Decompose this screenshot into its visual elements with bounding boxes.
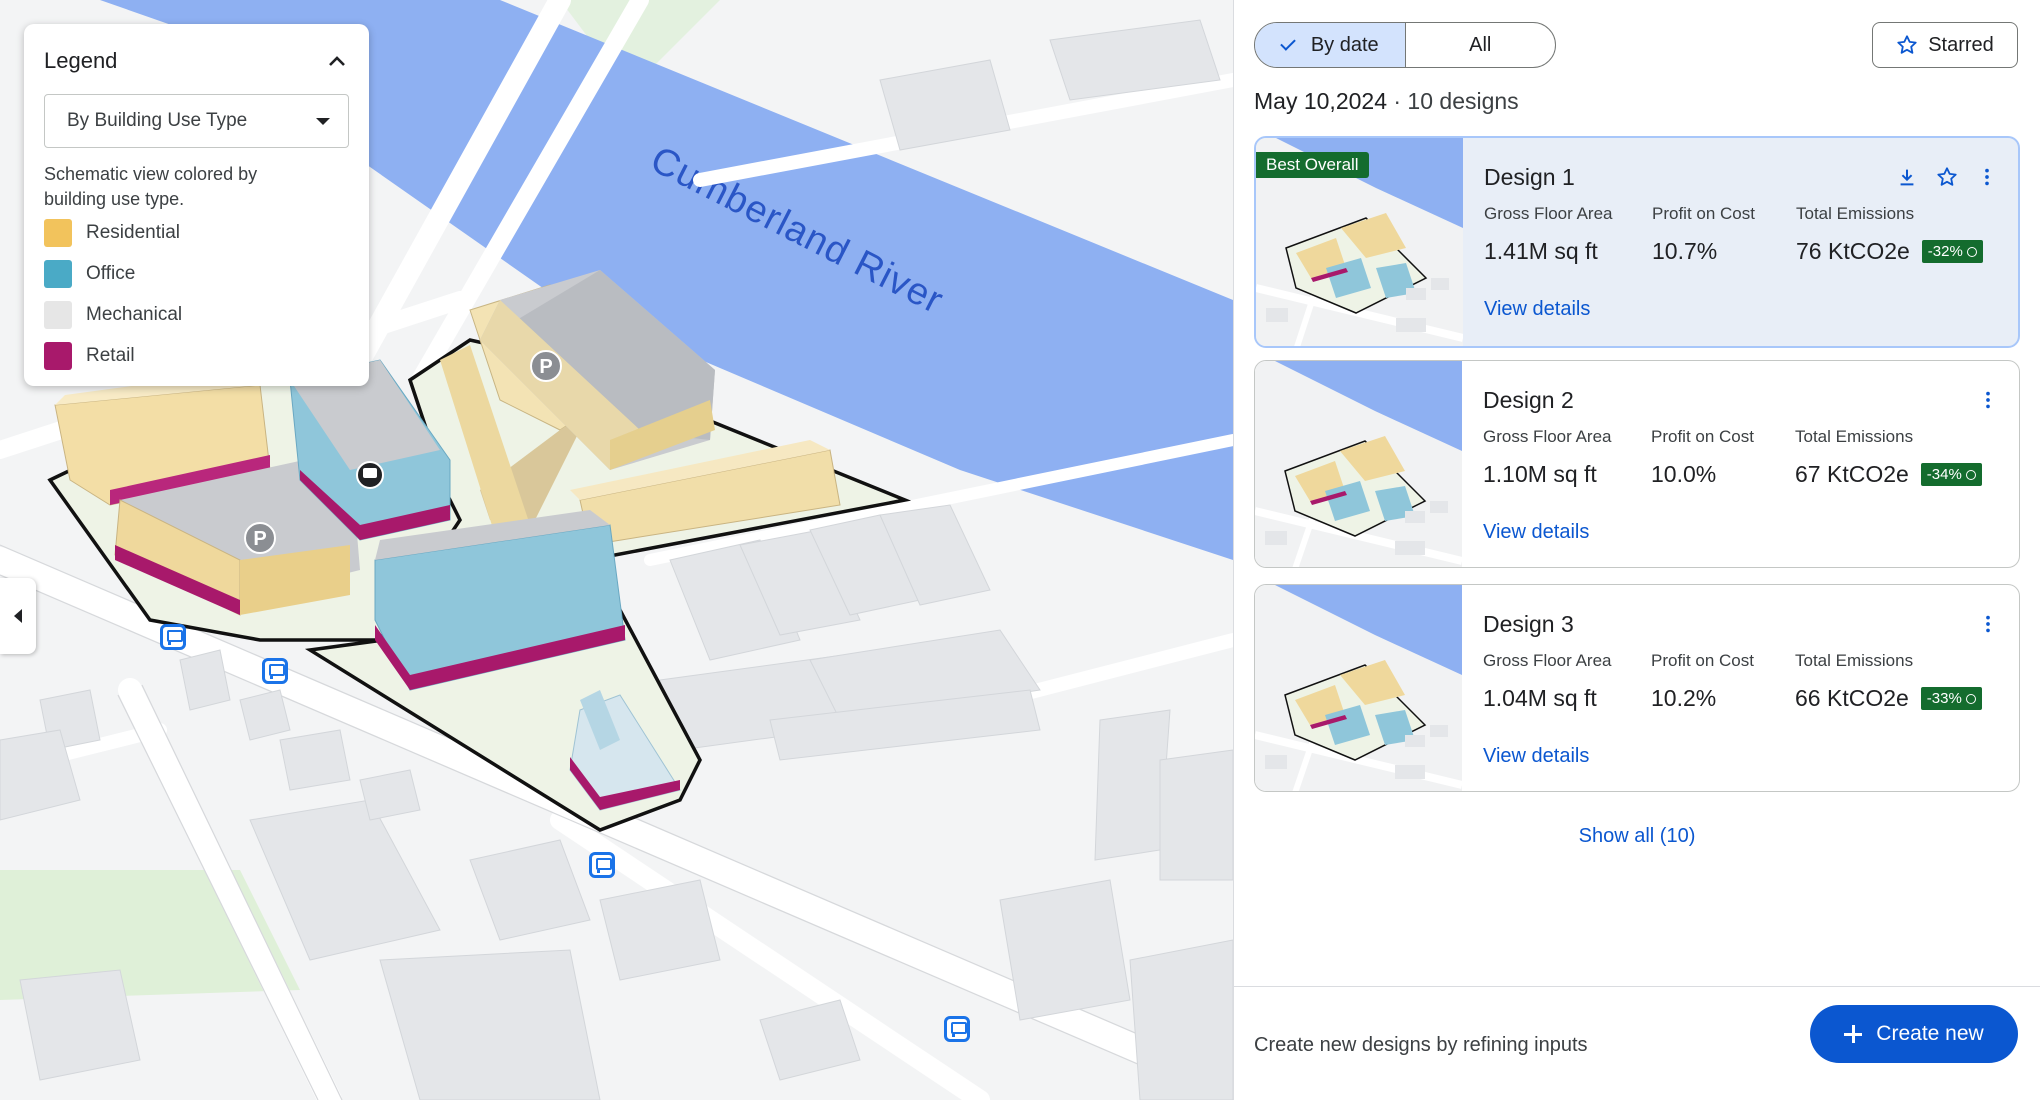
swatch-office bbox=[44, 259, 72, 288]
bus-stop-pin bbox=[356, 461, 384, 489]
info-icon bbox=[1966, 246, 1977, 257]
design-title: Design 1 bbox=[1484, 164, 1575, 190]
transit-stop-icon[interactable] bbox=[944, 1016, 970, 1042]
design-thumbnail bbox=[1255, 361, 1462, 567]
metric-label-poc: Profit on Cost bbox=[1651, 651, 1754, 670]
legend-item-label: Mechanical bbox=[86, 303, 183, 325]
best-overall-badge: Best Overall bbox=[1256, 152, 1369, 178]
legend-view-select[interactable]: By Building Use Type bbox=[44, 94, 349, 148]
view-details-link[interactable]: View details bbox=[1483, 521, 1589, 544]
design-thumbnail: Best Overall bbox=[1256, 138, 1463, 346]
metric-label-poc: Profit on Cost bbox=[1651, 427, 1754, 446]
date-heading: May 10,2024 · 10 designs bbox=[1254, 88, 1519, 115]
poc-value: 10.7% bbox=[1652, 238, 1718, 264]
poc-value: 10.0% bbox=[1651, 461, 1717, 487]
more-vert-icon[interactable] bbox=[1976, 166, 1998, 188]
legend-description: Schematic view colored by building use t… bbox=[44, 164, 258, 209]
design-card-3[interactable]: Design 3 Gross Floor Area 1.04M sq ft Pro… bbox=[1254, 584, 2020, 792]
gfa-value: 1.10M sq ft bbox=[1483, 461, 1597, 487]
legend-panel: Legend By Building Use Type Schematic vi… bbox=[24, 24, 369, 386]
metric-label-emissions: Total Emissions bbox=[1795, 651, 1914, 670]
metric-label-emissions: Total Emissions bbox=[1795, 427, 1914, 446]
starred-button[interactable]: Starred bbox=[1872, 22, 2018, 68]
panel-collapse-handle[interactable] bbox=[0, 578, 36, 654]
parking-pin-2: P bbox=[244, 522, 276, 554]
delta-value: -32% bbox=[1927, 243, 1963, 260]
star-icon[interactable] bbox=[1936, 166, 1958, 188]
design-thumbnail bbox=[1255, 585, 1462, 791]
download-icon[interactable] bbox=[1896, 166, 1918, 188]
legend-item-label: Residential bbox=[86, 221, 180, 243]
show-all-link[interactable]: Show all (10) bbox=[1579, 825, 1696, 847]
more-vert-icon[interactable] bbox=[1977, 389, 1999, 411]
view-details-link[interactable]: View details bbox=[1484, 298, 1590, 321]
delta-value: -33% bbox=[1926, 690, 1962, 707]
design-count: · 10 designs bbox=[1386, 88, 1519, 114]
filter-by-date-button[interactable]: By date bbox=[1255, 23, 1406, 67]
check-icon bbox=[1280, 35, 1296, 51]
design-title: Design 2 bbox=[1483, 387, 1574, 413]
emissions-value: 67 KtCO2e bbox=[1795, 461, 1909, 487]
emissions-delta-badge: -34% bbox=[1920, 463, 1982, 486]
legend-item-label: Retail bbox=[86, 344, 135, 366]
site-map[interactable]: Cumberland River P P Legend By Building … bbox=[0, 0, 1233, 1100]
gfa-value: 1.04M sq ft bbox=[1483, 685, 1597, 711]
legend-item-retail: Retail bbox=[44, 335, 349, 376]
design-card-2[interactable]: Design 2 Gross Floor Area 1.10M sq ft Pro… bbox=[1254, 360, 2020, 568]
swatch-residential bbox=[44, 218, 72, 247]
more-vert-icon[interactable] bbox=[1977, 613, 1999, 635]
starred-label: Starred bbox=[1928, 33, 1994, 56]
plus-icon bbox=[1844, 1025, 1863, 1043]
create-new-label: Create new bbox=[1876, 1022, 1984, 1045]
chevron-up-icon[interactable] bbox=[325, 49, 349, 73]
date-filter-toggle: By date All bbox=[1254, 22, 1556, 68]
legend-item-mechanical: Mechanical bbox=[44, 294, 349, 335]
footer-hint: Create new designs by refining inputs bbox=[1254, 1034, 1588, 1056]
swatch-mechanical bbox=[44, 300, 72, 329]
transit-stop-icon[interactable] bbox=[589, 852, 615, 878]
design-title: Design 3 bbox=[1483, 611, 1574, 637]
emissions-value: 66 KtCO2e bbox=[1795, 685, 1909, 711]
svg-text:P: P bbox=[539, 356, 552, 378]
metric-label-poc: Profit on Cost bbox=[1652, 204, 1755, 223]
dropdown-arrow-icon bbox=[316, 117, 330, 125]
transit-stop-icon[interactable] bbox=[262, 658, 288, 684]
parking-pin-1: P bbox=[530, 350, 562, 382]
legend-item-residential: Residential bbox=[44, 212, 349, 253]
metric-label-gfa: Gross Floor Area bbox=[1484, 204, 1613, 223]
panel-footer: Create new designs by refining inputs Cr… bbox=[1234, 986, 2040, 1100]
metric-label-emissions: Total Emissions bbox=[1796, 204, 1915, 223]
legend-item-office: Office bbox=[44, 253, 349, 294]
legend-title: Legend bbox=[44, 48, 118, 73]
emissions-delta-badge: -33% bbox=[1920, 687, 1982, 710]
view-details-link[interactable]: View details bbox=[1483, 745, 1589, 768]
poc-value: 10.2% bbox=[1651, 685, 1717, 711]
filter-all-label: All bbox=[1469, 33, 1492, 56]
filter-all-button[interactable]: All bbox=[1406, 23, 1556, 67]
star-icon bbox=[1897, 35, 1917, 54]
gfa-value: 1.41M sq ft bbox=[1484, 238, 1598, 264]
legend-select-value: By Building Use Type bbox=[67, 110, 248, 131]
chevron-left-icon bbox=[14, 609, 22, 623]
design-card-1[interactable]: Best Overall Design 1 Gross Floor Area 1.… bbox=[1254, 136, 2020, 348]
create-new-button[interactable]: Create new bbox=[1810, 1005, 2018, 1063]
show-all-row: Show all (10) bbox=[1234, 825, 2040, 848]
legend-item-label: Office bbox=[86, 262, 136, 284]
info-icon bbox=[1965, 469, 1976, 480]
transit-stop-icon[interactable] bbox=[160, 624, 186, 650]
delta-value: -34% bbox=[1926, 466, 1962, 483]
emissions-value: 76 KtCO2e bbox=[1796, 238, 1910, 264]
designs-panel: By date All Starred May 10,2024 · 10 des… bbox=[1233, 0, 2040, 1100]
filter-by-date-label: By date bbox=[1310, 33, 1379, 56]
metric-label-gfa: Gross Floor Area bbox=[1483, 651, 1612, 670]
date-value: May 10,2024 bbox=[1254, 88, 1387, 114]
info-icon bbox=[1965, 693, 1976, 704]
svg-text:P: P bbox=[253, 528, 266, 550]
emissions-delta-badge: -32% bbox=[1921, 240, 1983, 263]
metric-label-gfa: Gross Floor Area bbox=[1483, 427, 1612, 446]
swatch-retail bbox=[44, 341, 72, 370]
